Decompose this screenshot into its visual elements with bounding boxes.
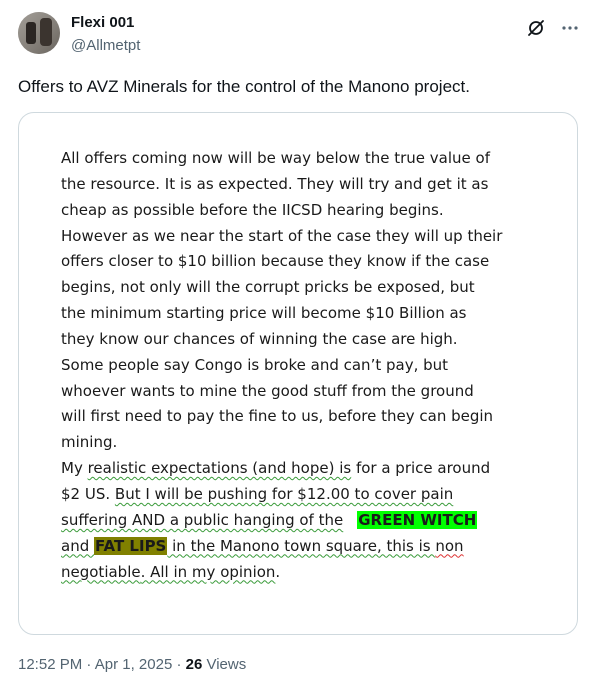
doc-text-grammar: in the Manono town square, this is <box>167 536 436 555</box>
highlight-fat-lips: FAT LIPS <box>94 536 168 555</box>
doc-text-grammar: . All in my opinion <box>140 562 276 581</box>
doc-line: suffering AND a public hanging of the GRE… <box>61 508 531 534</box>
tweet-text: Offers to AVZ Minerals for the control o… <box>18 77 470 96</box>
highlight-green-witch: GREEN WITCH <box>357 510 478 529</box>
document-image-card[interactable]: All offers coming now will be way below … <box>18 112 578 635</box>
doc-line: $2 US. But I will be pushing for $12.00 … <box>61 482 531 508</box>
avatar-photo-bg <box>18 12 60 54</box>
post-date[interactable]: Apr 1, 2025 <box>95 656 173 673</box>
doc-line: mining. <box>61 433 118 452</box>
doc-line: whoever wants to mine the good stuff fro… <box>61 381 474 400</box>
views-label: Views <box>202 656 247 673</box>
doc-text: $2 US. <box>61 484 115 503</box>
author-handle[interactable]: @Allmetpt <box>71 37 140 54</box>
avatar[interactable] <box>18 12 60 54</box>
doc-line: offers closer to $10 billion because the… <box>61 252 490 271</box>
doc-text: for a price around <box>351 459 491 478</box>
doc-line: the resource. It is as expected. They wi… <box>61 174 489 193</box>
doc-line: begins, not only will the corrupt pricks… <box>61 278 475 297</box>
doc-text-grammar: But I will be pushing for $12.00 to cove… <box>114 484 454 503</box>
doc-text: . <box>275 562 281 581</box>
post-time[interactable]: 12:52 PM <box>18 656 82 673</box>
document-paragraph-1: All offers coming now will be way below … <box>61 146 531 456</box>
author-name[interactable]: Flexi 001 <box>71 14 134 31</box>
doc-text-grammar: realistic expectations (and hope) is <box>87 459 352 478</box>
doc-line: the minimum starting price will become $… <box>61 304 467 323</box>
doc-line: My realistic expectations (and hope) is … <box>61 456 531 482</box>
doc-line: will first need to pay the fine to us, b… <box>61 407 494 426</box>
doc-text-grammar: and <box>61 536 94 555</box>
doc-line: Some people say Congo is broke and can’t… <box>61 355 449 374</box>
avatar-figure-right <box>40 18 52 46</box>
views-count: 26 <box>185 656 203 673</box>
grok-icon[interactable] <box>526 18 546 38</box>
doc-line: they know our chances of winning the cas… <box>61 329 458 348</box>
doc-line: However as we near the start of the case… <box>61 226 503 245</box>
separator: · <box>82 656 95 673</box>
doc-text-grammar: negotiable <box>61 562 141 581</box>
document-text: All offers coming now will be way below … <box>61 146 531 585</box>
doc-line: negotiable. All in my opinion. <box>61 560 531 586</box>
doc-text-grammar: suffering AND a public hanging of the <box>61 510 344 529</box>
doc-line: and FAT LIPS in the Manono town square, … <box>61 534 531 560</box>
more-icon[interactable] <box>560 18 580 38</box>
doc-text: My <box>61 459 88 478</box>
tweet-footer: 12:52 PM · Apr 1, 2025 · 26 Views <box>18 656 246 673</box>
document-paragraph-2: My realistic expectations (and hope) is … <box>61 456 531 585</box>
separator: · <box>172 656 186 673</box>
doc-line: cheap as possible before the IICSD heari… <box>61 200 444 219</box>
doc-text-spelling: non <box>435 536 464 555</box>
doc-line: All offers coming now will be way below … <box>61 149 491 167</box>
avatar-figure-left <box>26 22 36 44</box>
